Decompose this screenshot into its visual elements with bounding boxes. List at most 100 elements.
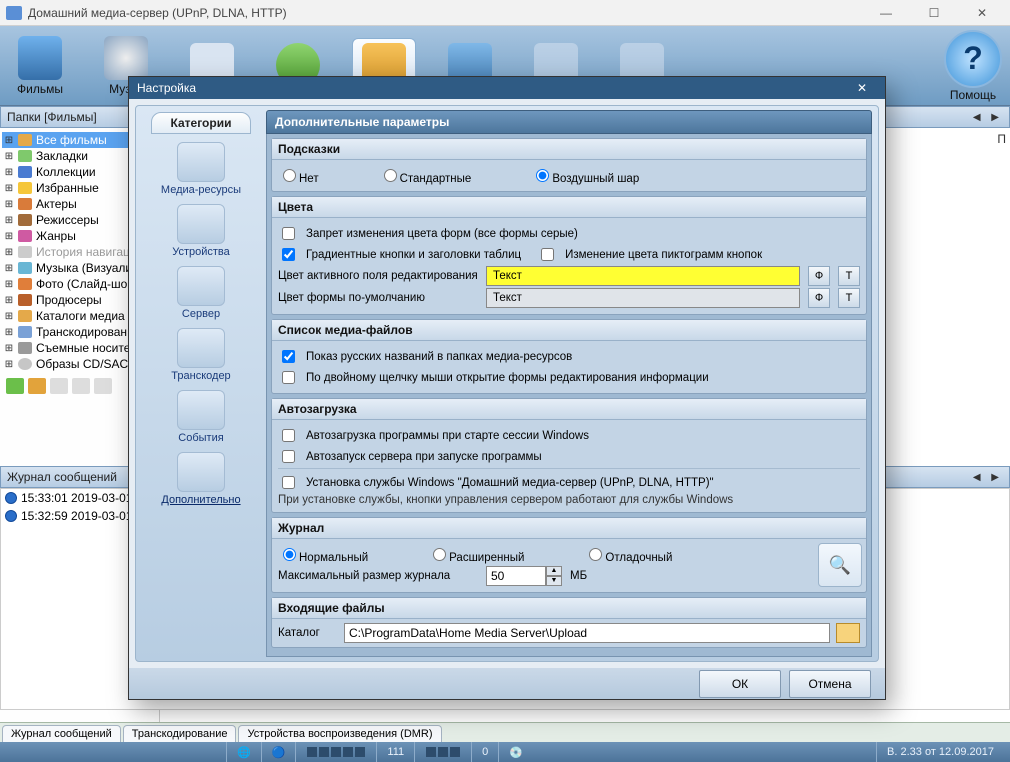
color-bg-button[interactable]: Ф bbox=[808, 266, 830, 286]
producer-icon bbox=[18, 294, 32, 306]
chk-install-service[interactable] bbox=[282, 476, 295, 489]
group-header: Цвета bbox=[272, 197, 866, 218]
tree-action-icon[interactable] bbox=[50, 378, 68, 394]
category-advanced[interactable]: Дополнительно bbox=[161, 452, 240, 506]
chk-autostart-app[interactable] bbox=[282, 429, 295, 442]
journal-radio-extended[interactable]: Расширенный bbox=[428, 545, 524, 564]
close-button[interactable]: ✕ bbox=[960, 1, 1004, 25]
server-icon bbox=[177, 266, 225, 306]
journal-view-button[interactable]: 🔍 bbox=[818, 543, 862, 587]
maximize-button[interactable]: ☐ bbox=[912, 1, 956, 25]
spin-down[interactable]: ▼ bbox=[546, 576, 562, 586]
color-bg-button[interactable]: Ф bbox=[808, 288, 830, 308]
status-slots bbox=[295, 742, 376, 762]
tree-action-icon[interactable] bbox=[94, 378, 112, 394]
status-count: 111 bbox=[376, 742, 414, 762]
dialog-footer: ОК Отмена bbox=[129, 668, 885, 699]
toolbar-label: Помощь bbox=[950, 88, 996, 102]
bookmark-icon bbox=[18, 150, 32, 162]
category-transcoder[interactable]: Транскодер bbox=[171, 328, 230, 382]
incoming-label: Каталог bbox=[278, 627, 338, 639]
group-header: Входящие файлы bbox=[272, 598, 866, 619]
devices-icon bbox=[177, 204, 225, 244]
group-header: Список медиа-файлов bbox=[272, 320, 866, 341]
color-text-button[interactable]: Т bbox=[838, 288, 860, 308]
statusbar: 🌐 🔵 111 0 💿 В. 2.33 от 12.09.2017 bbox=[0, 742, 1010, 762]
tree-action-icon[interactable] bbox=[6, 378, 24, 394]
status-network-icon: 🌐 bbox=[226, 742, 261, 762]
history-icon bbox=[18, 246, 32, 258]
bottom-tab-transcode[interactable]: Транскодирование bbox=[123, 725, 237, 742]
status-zero: 0 bbox=[471, 742, 498, 762]
ok-button[interactable]: ОК bbox=[699, 670, 781, 698]
group-header: Журнал bbox=[272, 518, 866, 539]
chk-icon-color[interactable] bbox=[541, 248, 554, 261]
help-icon: ? bbox=[944, 30, 1002, 88]
star-icon bbox=[18, 182, 32, 194]
group-header: Автозагрузка bbox=[272, 399, 866, 420]
transcoder-icon bbox=[177, 328, 225, 368]
director-icon bbox=[18, 214, 32, 226]
bottom-tabstrip: Журнал сообщений Транскодирование Устрой… bbox=[0, 722, 1010, 742]
minimize-button[interactable]: — bbox=[864, 1, 908, 25]
chk-gradient[interactable] bbox=[282, 248, 295, 261]
category-server[interactable]: Сервер bbox=[177, 266, 225, 320]
tree-action-icon[interactable] bbox=[28, 378, 46, 394]
journal-size-spinner[interactable]: ▲▼ bbox=[486, 566, 562, 586]
chk-autostart-server[interactable] bbox=[282, 450, 295, 463]
tree-action-icon[interactable] bbox=[72, 378, 90, 394]
category-media[interactable]: Медиа-ресурсы bbox=[161, 142, 241, 196]
panel-nav-arrows[interactable]: ◀ ▶ bbox=[973, 112, 1003, 123]
category-events[interactable]: События bbox=[177, 390, 225, 444]
toolbar-films[interactable]: Фильмы bbox=[8, 36, 72, 96]
incoming-path-input[interactable] bbox=[344, 623, 830, 643]
category-devices[interactable]: Устройства bbox=[172, 204, 230, 258]
dialog-close-button[interactable]: ✕ bbox=[847, 77, 877, 99]
media-icon bbox=[177, 142, 225, 182]
hints-radio-balloon[interactable]: Воздушный шар bbox=[531, 166, 639, 185]
chk-ru-names[interactable] bbox=[282, 350, 295, 363]
color-default-label: Цвет формы по-умолчанию bbox=[278, 292, 478, 304]
film-icon bbox=[18, 36, 62, 80]
info-icon bbox=[5, 510, 17, 522]
cd-icon bbox=[18, 358, 32, 370]
music-vis-icon bbox=[18, 262, 32, 274]
autostart-group: Автозагрузка Автозагрузка программы при … bbox=[271, 398, 867, 513]
colors-group: Цвета Запрет изменения цвета форм (все ф… bbox=[271, 196, 867, 315]
journal-size-label: Максимальный размер журнала bbox=[278, 570, 478, 582]
folders-header-label: Папки [Фильмы] bbox=[7, 110, 97, 124]
panel-nav-arrows[interactable]: ◀ ▶ bbox=[973, 472, 1003, 483]
service-note: При установке службы, кнопки управления … bbox=[278, 494, 860, 506]
active-color-swatch[interactable]: Текст bbox=[486, 266, 800, 286]
chk-dblclick-edit[interactable] bbox=[282, 371, 295, 384]
bottom-tab-dmr[interactable]: Устройства воспроизведения (DMR) bbox=[238, 725, 441, 742]
removable-icon bbox=[18, 342, 32, 354]
cancel-button[interactable]: Отмена bbox=[789, 670, 871, 698]
settings-dialog: Настройка ✕ Категории Медиа-ресурсы Устр… bbox=[128, 76, 886, 700]
help-button[interactable]: ? Помощь bbox=[944, 30, 1002, 102]
folder-icon bbox=[18, 134, 32, 146]
transcode-icon bbox=[18, 326, 32, 338]
spin-up[interactable]: ▲ bbox=[546, 566, 562, 576]
default-color-swatch[interactable]: Текст bbox=[486, 288, 800, 308]
log-header-label: Журнал сообщений bbox=[7, 470, 117, 484]
status-color-icon: 🔵 bbox=[261, 742, 296, 762]
advanced-icon bbox=[177, 452, 225, 492]
status-disk-icon: 💿 bbox=[498, 742, 533, 762]
mediafiles-group: Список медиа-файлов Показ русских назван… bbox=[271, 319, 867, 394]
settings-section-title: Дополнительные параметры bbox=[266, 110, 872, 134]
journal-size-input[interactable] bbox=[486, 566, 546, 586]
hints-radio-none[interactable]: Нет bbox=[278, 166, 319, 185]
journal-radio-normal[interactable]: Нормальный bbox=[278, 545, 368, 564]
status-slots bbox=[414, 742, 471, 762]
browse-folder-button[interactable] bbox=[836, 623, 860, 643]
chk-forbid-colors[interactable] bbox=[282, 227, 295, 240]
genre-icon bbox=[18, 230, 32, 242]
color-text-button[interactable]: Т bbox=[838, 266, 860, 286]
bottom-tab-log[interactable]: Журнал сообщений bbox=[2, 725, 121, 742]
disc-icon bbox=[104, 36, 148, 80]
slideshow-icon bbox=[18, 278, 32, 290]
journal-radio-debug[interactable]: Отладочный bbox=[584, 545, 672, 564]
categories-tab[interactable]: Категории bbox=[151, 112, 251, 134]
hints-radio-standard[interactable]: Стандартные bbox=[379, 166, 472, 185]
